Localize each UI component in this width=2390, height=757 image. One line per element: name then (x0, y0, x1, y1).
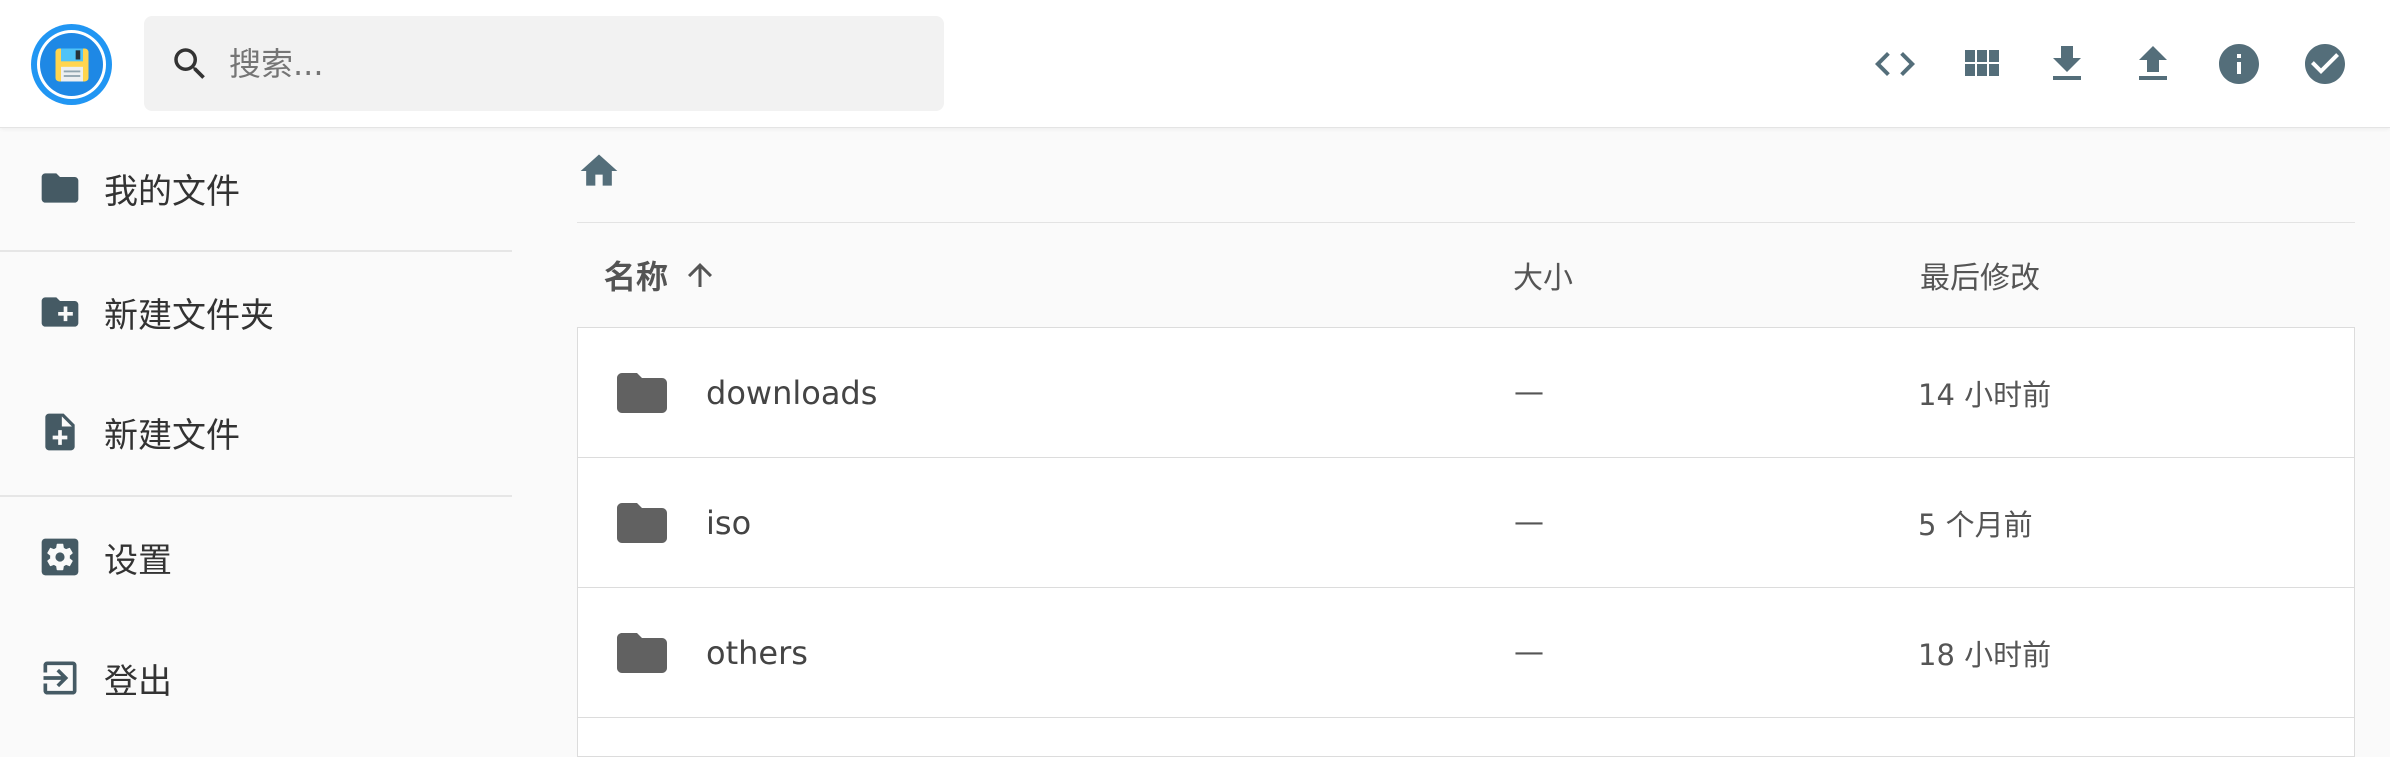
file-modified: 5 个月前 (1918, 507, 2033, 542)
sidebar-item-new-file[interactable]: 新建文件 (0, 392, 512, 472)
sidebar-item-settings[interactable]: 设置 (0, 517, 512, 597)
search-bar[interactable] (144, 16, 944, 111)
column-header-name[interactable]: 名称 (604, 223, 718, 327)
file-plus-icon (45, 413, 75, 451)
download-button[interactable] (2040, 37, 2094, 91)
list-item[interactable]: downloads — 14 小时前 (577, 327, 2355, 458)
sidebar-item-label: 新建文件 (104, 415, 240, 456)
file-size: — (1514, 375, 1544, 410)
sidebar-item-new-folder[interactable]: 新建文件夹 (0, 272, 512, 352)
sidebar-item-label: 新建文件夹 (104, 295, 274, 336)
file-size: — (1514, 505, 1544, 540)
sidebar: 我的文件 新建文件夹 新建文件 设置 登出 (0, 129, 512, 734)
grid-view-icon (1965, 50, 1999, 76)
sidebar-item-label: 设置 (104, 540, 172, 581)
upload-icon (2139, 46, 2167, 80)
code-button[interactable] (1868, 37, 1922, 91)
upload-button[interactable] (2126, 37, 2180, 91)
folder-icon (41, 173, 79, 203)
folder-plus-icon (41, 297, 79, 327)
check-circle-icon (2305, 44, 2345, 84)
app-logo[interactable] (31, 24, 112, 105)
info-icon (2219, 44, 2259, 84)
column-modified-label: 最后修改 (1920, 261, 2040, 296)
column-header-modified[interactable]: 最后修改 (1920, 223, 2040, 327)
folder-icon (617, 633, 667, 673)
search-icon (174, 48, 205, 79)
settings-icon (41, 538, 79, 576)
sidebar-item-label: 登出 (104, 661, 172, 702)
sidebar-divider (0, 250, 512, 252)
search-input[interactable] (229, 16, 919, 111)
file-name: downloads (706, 373, 878, 412)
sidebar-item-logout[interactable]: 登出 (0, 638, 512, 718)
sidebar-item-label: 我的文件 (104, 171, 240, 212)
list-item[interactable]: iso — 5 个月前 (577, 457, 2355, 588)
app-header (0, 0, 2390, 128)
info-button[interactable] (2212, 37, 2266, 91)
file-size: — (1514, 635, 1544, 670)
folder-icon (617, 503, 667, 543)
code-icon (1875, 52, 1915, 76)
file-modified: 18 小时前 (1918, 637, 2052, 672)
select-button[interactable] (2298, 37, 2352, 91)
home-icon[interactable] (577, 149, 621, 193)
folder-icon (617, 373, 667, 413)
file-listing: 名称 大小 最后修改 downloads — 14 小时前 iso — 5 个月… (577, 129, 2355, 757)
list-header: 名称 大小 最后修改 (577, 223, 2355, 327)
column-header-size[interactable]: 大小 (1513, 223, 1573, 327)
download-icon (2053, 46, 2081, 80)
sidebar-item-my-files[interactable]: 我的文件 (0, 148, 512, 228)
grid-view-button[interactable] (1954, 37, 2008, 91)
file-modified: 14 小时前 (1918, 377, 2052, 412)
arrow-up-icon (688, 263, 713, 287)
list-item[interactable]: others — 18 小时前 (577, 587, 2355, 718)
logout-icon (43, 661, 77, 695)
sidebar-divider (0, 495, 512, 497)
floppy-disk-icon (55, 48, 88, 81)
list-item[interactable] (577, 717, 2355, 757)
column-name-label: 名称 (604, 258, 669, 296)
column-size-label: 大小 (1513, 261, 1573, 296)
file-name: iso (706, 503, 752, 542)
file-name: others (706, 633, 808, 672)
